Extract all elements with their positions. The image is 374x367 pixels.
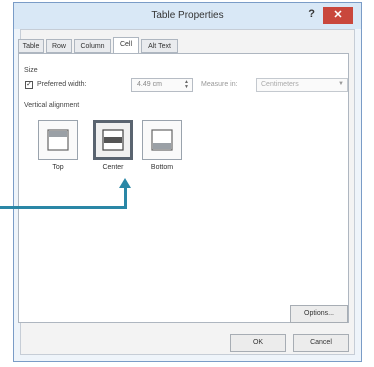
title-bar[interactable]: Table Properties ? ✕ [14,3,361,29]
align-bottom-button[interactable] [142,120,182,160]
measure-in-label: Measure in: [201,81,238,88]
align-center-button[interactable] [93,120,133,160]
align-bottom-label: Bottom [150,164,174,171]
tab-table[interactable]: Table [18,39,44,53]
tab-column[interactable]: Column [74,39,111,53]
cell-tab-page [18,53,349,323]
tab-row[interactable]: Row [46,39,72,53]
align-bottom-icon [151,129,173,151]
preferred-width-checkbox[interactable]: ✓ [25,81,33,89]
tab-cell[interactable]: Cell [113,37,139,54]
cancel-button[interactable]: Cancel [293,334,349,352]
vertical-alignment-label: Vertical alignment [24,102,80,109]
chevron-down-icon: ▼ [338,81,344,87]
ok-button[interactable]: OK [230,334,286,352]
close-button[interactable]: ✕ [323,7,353,24]
help-button[interactable]: ? [308,8,315,20]
spinner-arrows-icon[interactable]: ▲ ▼ [184,80,189,90]
preferred-width-label: Preferred width: [37,81,87,88]
align-top-icon [47,129,69,151]
align-center-label: Center [102,164,124,171]
measure-in-select[interactable]: Centimeters ▼ [256,78,348,92]
preferred-width-spinner[interactable]: 4.49 cm ▲ ▼ [131,78,193,92]
options-button[interactable]: Options... [290,305,348,323]
arrow-vertical-line [124,188,127,209]
arrow-head-icon [119,178,131,188]
preferred-width-value: 4.49 cm [137,81,162,88]
arrow-horizontal-line [0,206,127,209]
measure-in-value: Centimeters [261,81,299,88]
align-top-label: Top [52,164,64,171]
checkmark-icon: ✓ [26,81,32,88]
size-section-label: Size [24,67,38,74]
tab-alt-text[interactable]: Alt Text [141,39,178,53]
align-top-button[interactable] [38,120,78,160]
align-center-icon [102,129,124,151]
